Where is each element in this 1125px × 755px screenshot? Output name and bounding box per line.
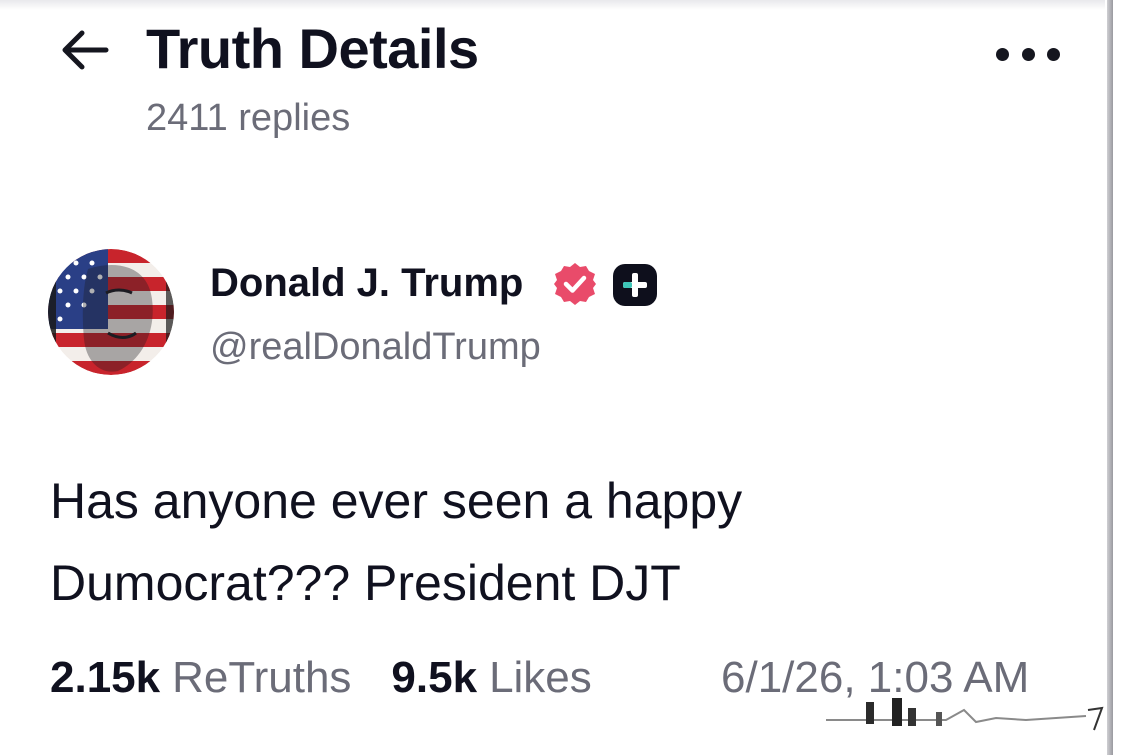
- post-stats: 2.15k ReTruths 9.5k Likes: [50, 650, 592, 706]
- post-text: Has anyone ever seen a happy Dumocrat???…: [50, 460, 1050, 624]
- likes-stat[interactable]: 9.5k Likes: [391, 650, 591, 706]
- page-title: Truth Details: [146, 17, 479, 80]
- screen-margin: [1113, 0, 1125, 755]
- author-display-name[interactable]: Donald J. Trump: [210, 258, 523, 308]
- likes-count: 9.5k: [391, 653, 478, 702]
- avatar-image: [48, 249, 174, 375]
- retruths-stat[interactable]: 2.15k ReTruths: [50, 650, 351, 706]
- more-horizontal-icon: [996, 47, 1009, 61]
- avatar[interactable]: [48, 249, 174, 375]
- more-horizontal-icon-dot: [1047, 47, 1060, 61]
- top-edge-shadow: [0, 0, 1105, 10]
- verified-badge-icon: [554, 263, 596, 305]
- author-handle[interactable]: @realDonaldTrump: [210, 324, 541, 370]
- more-horizontal-icon-dot: [1021, 47, 1035, 61]
- watermark: [826, 698, 1104, 731]
- back-button[interactable]: [56, 24, 112, 76]
- arrow-left-icon: [62, 30, 109, 70]
- retruths-count: 2.15k: [50, 653, 161, 702]
- reply-count: 2411 replies: [146, 97, 351, 139]
- post-text-line: Dumocrat??? President DJT: [50, 555, 681, 611]
- retruths-label: ReTruths: [172, 653, 352, 702]
- plus-badge-icon: [613, 264, 657, 306]
- likes-label: Likes: [489, 653, 592, 702]
- more-options-button[interactable]: [996, 36, 1060, 72]
- post-text-line: Has anyone ever seen a happy: [50, 473, 743, 529]
